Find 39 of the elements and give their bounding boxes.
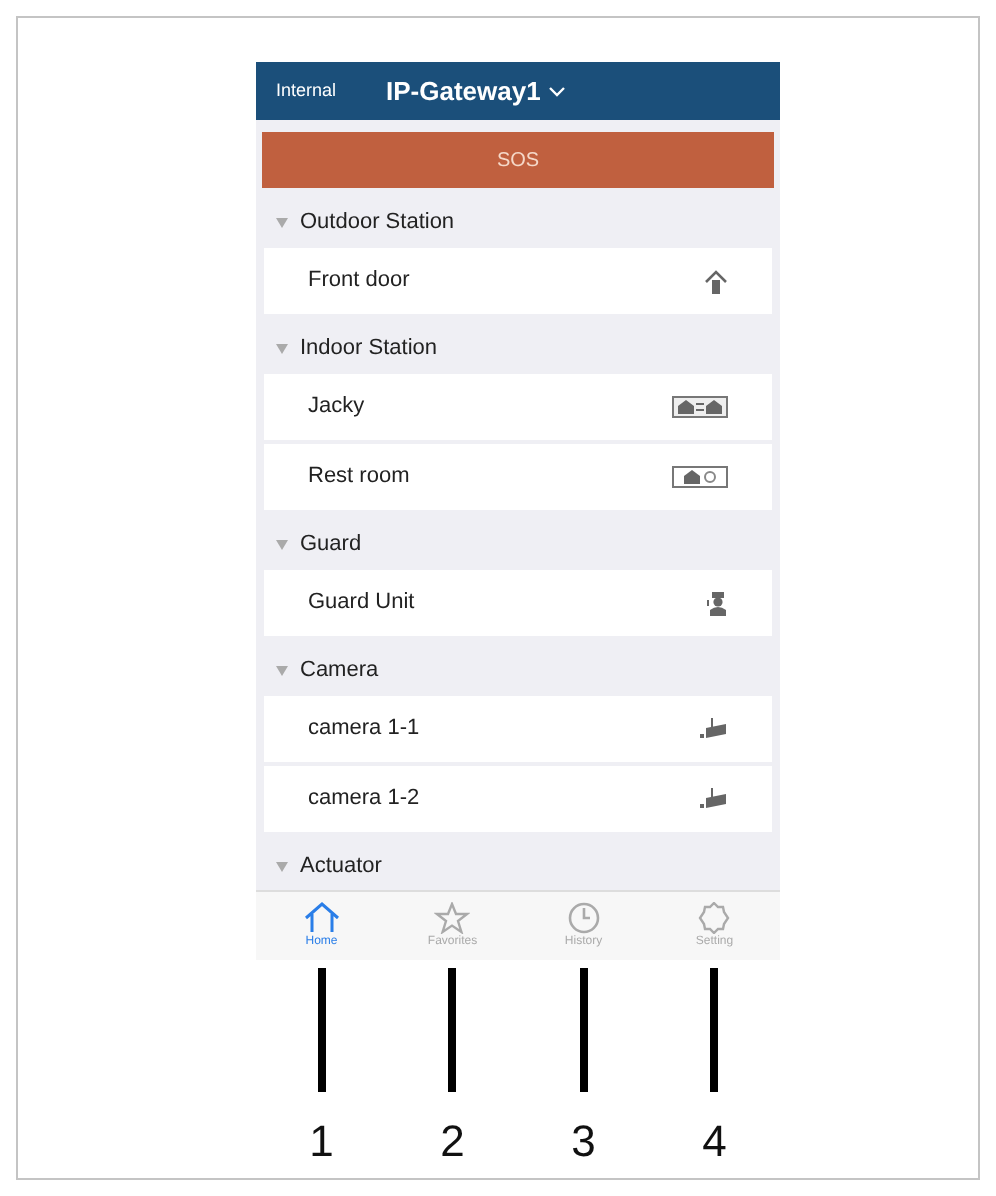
device-row[interactable]: Guard Unit	[264, 570, 772, 636]
door-icon	[704, 269, 728, 293]
section-header: Indoor Station	[300, 333, 437, 364]
device-row[interactable]: camera 1-1	[264, 696, 772, 762]
camera-icon	[700, 718, 728, 740]
expanded-arrow-icon[interactable]	[276, 665, 288, 675]
device-row[interactable]: Front door	[264, 248, 772, 314]
device-row[interactable]: Rest room	[264, 444, 772, 510]
callout-number: 2	[440, 1120, 465, 1164]
device-name: Jacky	[308, 392, 365, 423]
section-header: Outdoor Station	[300, 207, 455, 238]
callout-number: 4	[702, 1120, 727, 1164]
home-icon	[303, 901, 340, 933]
guard-icon	[706, 591, 728, 615]
callout-number: 3	[571, 1120, 596, 1164]
gateway-selector[interactable]: IP-Gateway1	[386, 71, 567, 111]
clock-icon	[565, 901, 602, 933]
device-name: Rest room	[308, 462, 410, 493]
chevron-down-icon	[548, 85, 567, 97]
device-name: camera 1-2	[308, 784, 420, 815]
device-name: camera 1-1	[308, 714, 420, 745]
house-exchange-icon	[672, 396, 728, 418]
house-refresh-icon	[672, 466, 728, 488]
section-header: Camera	[300, 655, 379, 686]
settings-icon	[696, 901, 733, 933]
section-header: Actuator	[300, 851, 382, 882]
expanded-arrow-icon[interactable]	[276, 343, 288, 353]
camera-icon	[700, 788, 728, 810]
device-name: Guard Unit	[308, 588, 415, 619]
expanded-arrow-icon[interactable]	[276, 539, 288, 549]
callout-number: 1	[309, 1120, 334, 1164]
device-row[interactable]: camera 1-2	[264, 766, 772, 832]
device-row[interactable]: Jacky	[264, 374, 772, 440]
expanded-arrow-icon[interactable]	[276, 861, 288, 871]
section-header: Guard	[300, 529, 362, 560]
device-name: Front door	[308, 266, 410, 297]
gateway-label: Internal	[276, 77, 339, 104]
expanded-arrow-icon[interactable]	[276, 217, 288, 227]
star-icon	[434, 901, 471, 933]
